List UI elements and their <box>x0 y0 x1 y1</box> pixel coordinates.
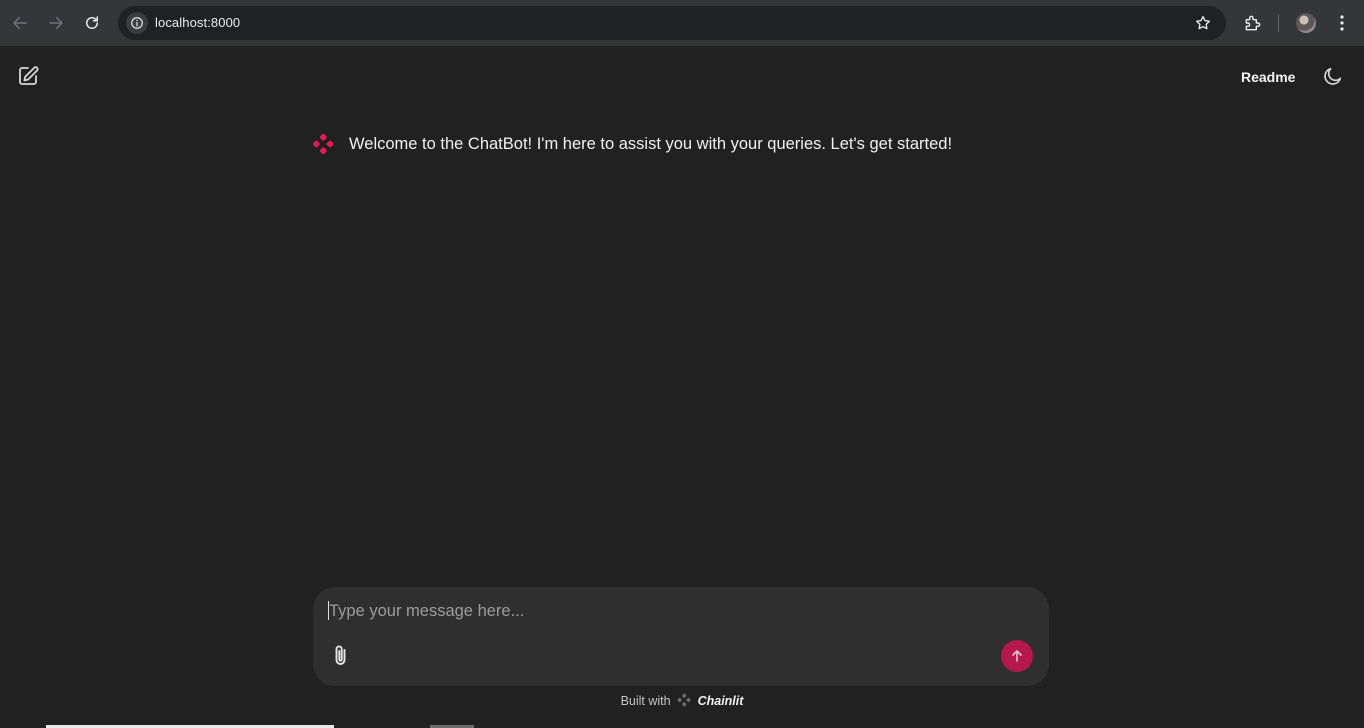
send-button[interactable] <box>1001 640 1033 672</box>
moon-icon[interactable] <box>1322 65 1344 87</box>
back-icon[interactable] <box>8 11 32 35</box>
assistant-message: Welcome to the ChatBot! I'm here to assi… <box>312 133 952 155</box>
footer-prefix: Built with <box>620 694 671 708</box>
new-chat-icon[interactable] <box>16 64 40 88</box>
footer-brand[interactable]: Chainlit <box>698 694 744 708</box>
message-text: Welcome to the ChatBot! I'm here to assi… <box>349 134 953 153</box>
extensions-icon[interactable] <box>1243 13 1263 33</box>
message-composer <box>313 587 1049 686</box>
paperclip-icon[interactable] <box>330 643 352 669</box>
chainlit-logo-icon <box>677 693 691 707</box>
text-caret <box>328 601 329 620</box>
readme-button[interactable]: Readme <box>1230 66 1306 88</box>
browser-toolbar: localhost:8000 <box>0 0 1364 46</box>
arrow-up-icon <box>1012 650 1022 662</box>
built-with-footer: Built with Chainlit <box>0 693 1364 708</box>
bookmark-star-icon[interactable] <box>1194 14 1212 32</box>
site-info-icon[interactable] <box>126 12 148 34</box>
profile-avatar[interactable] <box>1296 13 1316 33</box>
address-url[interactable]: localhost:8000 <box>155 15 240 30</box>
toolbar-divider <box>1278 14 1279 32</box>
address-bar[interactable]: localhost:8000 <box>118 6 1226 40</box>
forward-icon[interactable] <box>44 11 68 35</box>
browser-menu-icon[interactable] <box>1334 13 1350 33</box>
message-input[interactable] <box>329 599 1029 623</box>
chainlit-avatar-icon <box>312 133 334 155</box>
reload-icon[interactable] <box>80 11 104 35</box>
